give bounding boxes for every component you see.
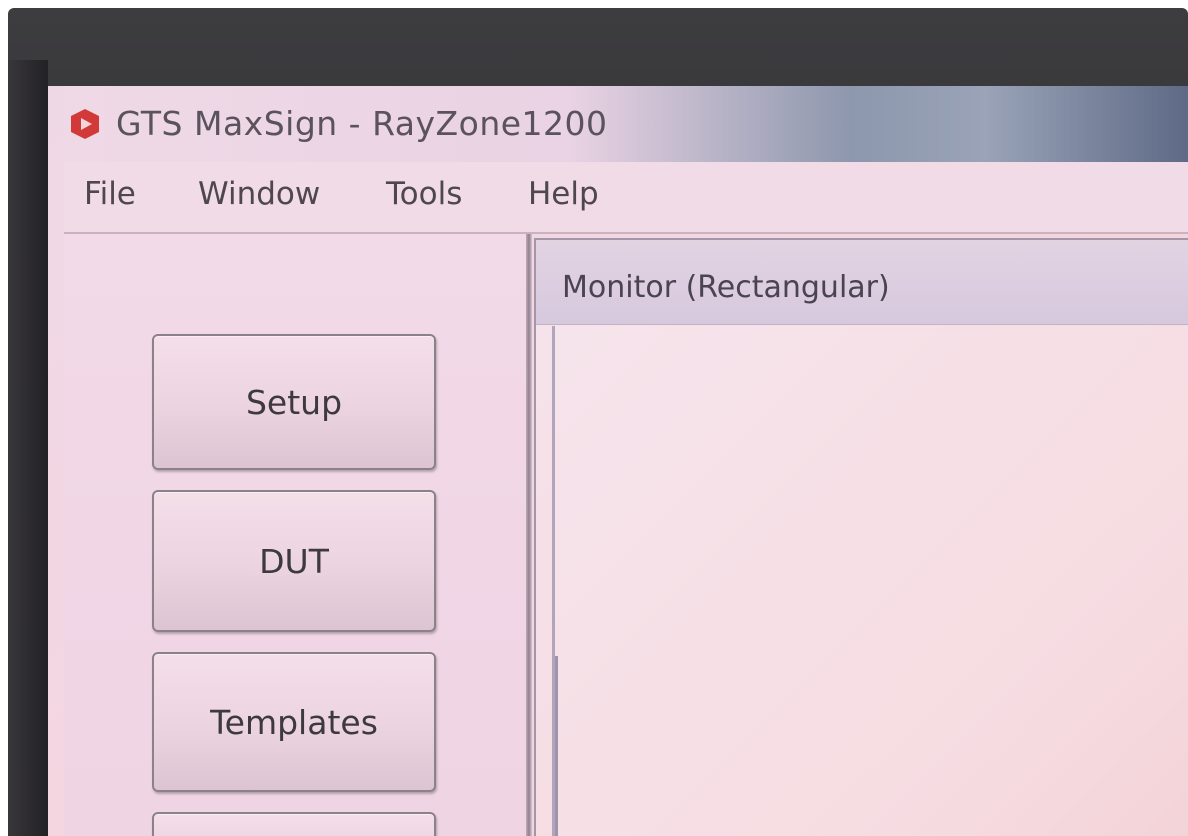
- monitor-header: Monitor (Rectangular): [536, 240, 1188, 325]
- title-bar: GTS MaxSign - RayZone1200: [64, 86, 1188, 162]
- templates-button[interactable]: Templates: [152, 652, 436, 792]
- navigation-panel: Setup DUT Templates: [64, 234, 526, 836]
- menu-bar: File Window Tools Help: [64, 162, 1188, 234]
- dut-button[interactable]: DUT: [152, 490, 436, 632]
- monitor-view-area[interactable]: [552, 326, 1188, 836]
- panel-splitter[interactable]: [526, 234, 532, 836]
- menu-help[interactable]: Help: [528, 176, 599, 212]
- app-logo-icon: [71, 109, 99, 139]
- application-window: GTS MaxSign - RayZone1200 File Window To…: [48, 86, 1188, 836]
- setup-button-label: Setup: [245, 382, 343, 422]
- nav-button-partial[interactable]: [152, 812, 436, 836]
- monitor-title: Monitor (Rectangular): [562, 270, 890, 305]
- dut-button-label: DUT: [259, 541, 329, 581]
- monitor-bezel-edge: [8, 60, 48, 836]
- templates-button-label: Templates: [210, 702, 378, 742]
- menu-file[interactable]: File: [84, 176, 136, 212]
- window-title: GTS MaxSign - RayZone1200: [116, 104, 608, 143]
- vertical-scrollbar[interactable]: [555, 656, 558, 836]
- setup-button[interactable]: Setup: [152, 334, 436, 470]
- monitor-panel: Monitor (Rectangular): [534, 238, 1188, 836]
- menu-tools[interactable]: Tools: [386, 176, 462, 212]
- menu-window[interactable]: Window: [198, 176, 320, 212]
